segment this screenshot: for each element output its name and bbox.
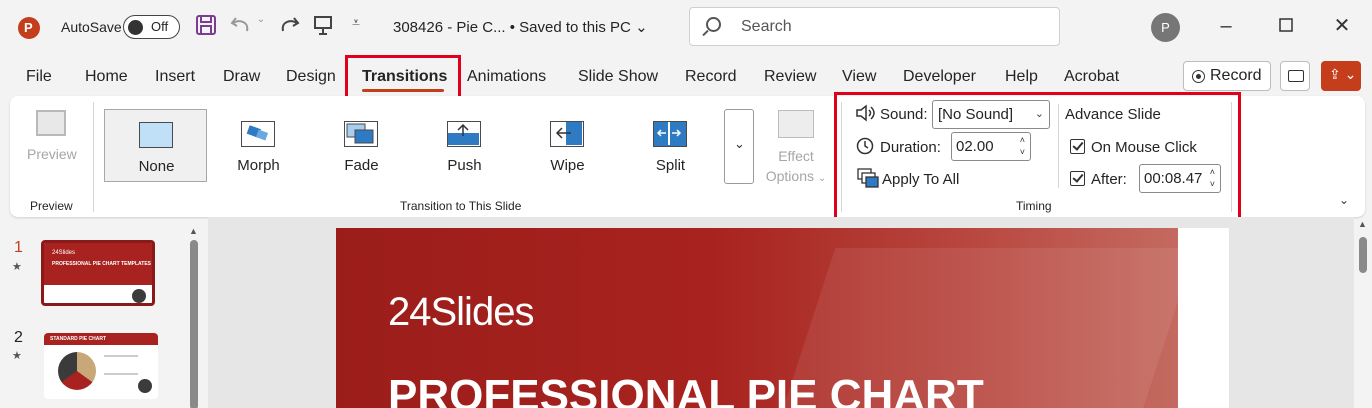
record-label: Record [1210, 67, 1262, 84]
star-icon: ★ [12, 350, 22, 362]
preview-button[interactable]: Preview [27, 108, 79, 168]
search-icon [706, 17, 721, 32]
thumb-text-lines [104, 355, 138, 375]
transition-group-label: Transition to This Slide [400, 199, 522, 213]
save-icon[interactable] [194, 14, 218, 40]
transition-split[interactable]: Split [619, 109, 722, 182]
slide-number: 1 [14, 239, 23, 256]
preview-group-label: Preview [30, 199, 73, 213]
wipe-icon [550, 121, 584, 147]
canvas-scrollbar[interactable]: ▲ [1357, 219, 1369, 408]
effect-options-button[interactable]: Effect Options ⌄ [760, 108, 832, 184]
scroll-up-icon[interactable]: ▲ [1358, 219, 1367, 229]
morph-icon [241, 121, 275, 147]
comments-icon[interactable] [1280, 61, 1310, 91]
chevron-down-icon: ⌄ [635, 19, 648, 36]
record-icon [1192, 70, 1205, 83]
present-icon[interactable] [310, 14, 336, 40]
slide-number: 2 [14, 329, 23, 346]
tab-home[interactable]: Home [85, 68, 128, 86]
thumb-brand: 24Slides [52, 250, 76, 256]
effect-options-label: Effect Options ⌄ [765, 148, 827, 184]
redo-icon[interactable] [276, 14, 302, 40]
toggle-knob [128, 19, 143, 35]
autosave-toggle[interactable]: Off [123, 15, 180, 39]
tab-acrobat[interactable]: Acrobat [1064, 68, 1119, 86]
transition-none-icon [139, 122, 173, 148]
slide-thumbnail-1[interactable]: 24Slides PROFESSIONAL PIE CHART TEMPLATE… [41, 240, 155, 306]
thumbnails-scrollbar[interactable]: ▲ [188, 226, 200, 408]
transition-label: None [138, 158, 175, 175]
document-title[interactable]: 308426 - Pie C... • Saved to this PC ⌄ [393, 18, 648, 36]
star-icon: ★ [12, 261, 22, 273]
transition-label: Split [655, 157, 686, 174]
record-button[interactable]: Record [1183, 61, 1271, 91]
thumb-title: STANDARD PIE CHART [50, 336, 107, 342]
tab-animations[interactable]: Animations [467, 68, 546, 86]
effect-options-icon [778, 110, 814, 138]
tab-record[interactable]: Record [685, 68, 737, 86]
menu-tabs: File Home Insert Draw Design Transitions… [0, 62, 1372, 94]
powerpoint-logo-icon [18, 17, 40, 39]
transition-wipe[interactable]: Wipe [516, 109, 619, 182]
transition-label: Fade [344, 157, 379, 174]
slide-brand-logo: 24Slides [388, 290, 534, 334]
collapse-ribbon-icon[interactable]: ⌄ [1339, 193, 1349, 207]
tab-draw[interactable]: Draw [223, 68, 260, 86]
search-box[interactable]: Search [689, 7, 1060, 46]
tab-developer[interactable]: Developer [903, 68, 976, 86]
tab-insert[interactable]: Insert [155, 68, 195, 86]
transition-label: Push [447, 157, 482, 174]
ribbon-divider [93, 102, 94, 212]
maximize-icon[interactable] [1274, 14, 1298, 38]
push-icon [447, 121, 481, 147]
tab-slide-show[interactable]: Slide Show [578, 68, 658, 86]
expand-gallery-icon: ⌄ [734, 136, 745, 151]
slide-thumbnails-pane: 1 ★ 24Slides PROFESSIONAL PIE CHART TEMP… [0, 225, 208, 408]
tab-help[interactable]: Help [1005, 68, 1038, 86]
current-slide[interactable]: 24Slides PROFESSIONAL PIE CHART [336, 228, 1229, 408]
preview-icon [36, 110, 66, 136]
share-icon: ⇪ ⌄ [1329, 66, 1357, 82]
transition-label: Morph [237, 157, 280, 174]
tab-file[interactable]: File [26, 68, 52, 86]
title-bar: AutoSave Off ⌄ ⩡ 308426 - Pie C... • Sav… [0, 0, 1372, 56]
slide-canvas: 24Slides PROFESSIONAL PIE CHART [208, 217, 1354, 408]
share-button[interactable]: ⇪ ⌄ [1321, 61, 1361, 91]
close-icon[interactable]: ✕ [1330, 14, 1354, 38]
thumb-title: PROFESSIONAL PIE CHART TEMPLATES [52, 261, 151, 267]
customize-toolbar-icon[interactable]: ⩡ [348, 14, 364, 40]
undo-icon[interactable] [228, 14, 254, 40]
thumb-pie-chart [58, 352, 96, 390]
transition-gallery: None Morph Fade Push Wipe Split [104, 109, 722, 182]
thumb-photo [132, 289, 146, 303]
slide-thumbnail-2[interactable]: STANDARD PIE CHART [44, 333, 158, 399]
scrollbar-thumb[interactable] [1359, 237, 1367, 273]
preview-label: Preview [27, 146, 77, 162]
timing-group-highlight [834, 92, 1241, 225]
transition-morph[interactable]: Morph [207, 109, 310, 182]
thumb-photo [138, 379, 152, 393]
transition-push[interactable]: Push [413, 109, 516, 182]
autosave-state: Off [151, 19, 169, 34]
fade-icon [344, 121, 378, 147]
gallery-more-button[interactable]: ⌄ [724, 109, 754, 184]
transition-label: Wipe [550, 157, 585, 174]
tab-design[interactable]: Design [286, 68, 336, 86]
transition-none[interactable]: None [104, 109, 207, 182]
avatar[interactable]: P [1151, 13, 1180, 42]
undo-dropdown-icon[interactable]: ⌄ [255, 14, 267, 40]
search-placeholder: Search [741, 18, 792, 35]
tab-review[interactable]: Review [764, 68, 816, 86]
transition-fade[interactable]: Fade [310, 109, 413, 182]
scroll-up-icon[interactable]: ▲ [189, 226, 198, 236]
minimize-icon[interactable]: – [1214, 14, 1238, 38]
tab-view[interactable]: View [842, 68, 876, 86]
autosave-label: AutoSave [61, 19, 122, 35]
scrollbar-thumb[interactable] [190, 240, 198, 408]
slide-headline: PROFESSIONAL PIE CHART [388, 371, 984, 408]
split-icon [653, 121, 687, 147]
